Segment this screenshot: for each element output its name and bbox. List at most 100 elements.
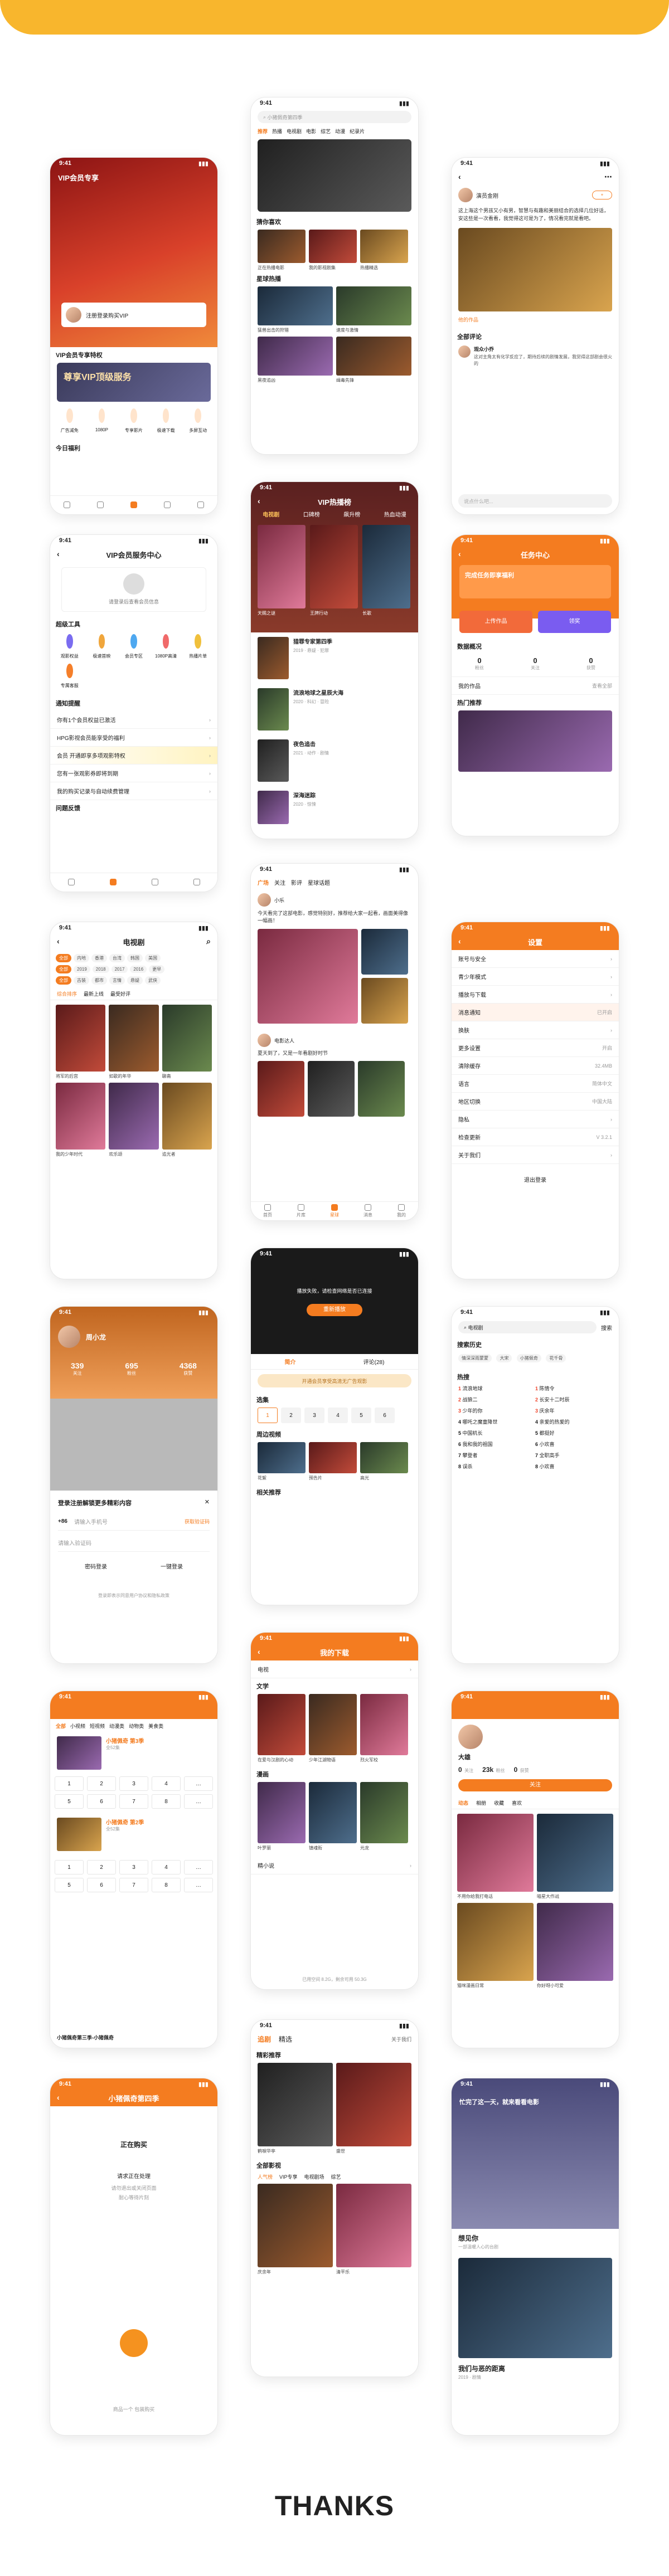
work-item[interactable]: 喵星大作战 (537, 1814, 613, 1900)
tab-home[interactable]: 首页 (263, 1204, 272, 1218)
settings-item[interactable]: 账号与安全 › (452, 950, 619, 968)
settings-item[interactable]: 青少年模式 › (452, 968, 619, 986)
upload-button[interactable]: 上传作品 (459, 611, 532, 633)
work-item[interactable]: 不用你给我打电话 (457, 1814, 534, 1900)
stat-likes[interactable]: 0 获赞 (514, 1765, 529, 1775)
episode-item[interactable]: 3 (304, 1408, 324, 1423)
episode-item[interactable]: 7 (119, 1878, 148, 1892)
filter-popular[interactable]: 人气榜 (258, 2173, 273, 2180)
tool-item[interactable]: 1080P高清 (150, 634, 182, 659)
search-icon[interactable]: ⌕ (206, 937, 211, 946)
stat-likes[interactable]: 0 获赞 (586, 656, 595, 671)
hot-item[interactable]: 3 少年的你 (458, 1407, 535, 1418)
sort-default[interactable]: 综合排序 (57, 990, 77, 997)
hot-item[interactable]: 1 流浪地球 (458, 1385, 535, 1396)
stat-fans[interactable]: 23k 粉丝 (482, 1765, 505, 1775)
rank-item[interactable]: 深海迷踪 2020 · 惊悚 (251, 786, 418, 829)
tab-like[interactable]: 喜欢 (512, 1799, 522, 1806)
hero-banner[interactable]: 9:41 ▮▮▮ 忙完了这一天，就来看看电影 (452, 2078, 619, 2229)
rank-item[interactable]: 夜色追击 2021 · 动作 · 剧情 (251, 735, 418, 786)
episode-item[interactable]: 6 (375, 1408, 395, 1423)
tab-all[interactable]: 全部 (56, 1722, 66, 1730)
video-player[interactable]: 9:41 ▮▮▮ 播放失败，请检查网络是否已连接 重新播放 (251, 1248, 418, 1354)
episode-item[interactable]: 1 (258, 1408, 278, 1423)
history-chip[interactable]: 小猪佩奇 (516, 1354, 541, 1362)
tab-feed[interactable]: 动态 (458, 1799, 468, 1806)
reward-button[interactable]: 领奖 (538, 611, 611, 633)
tab-rising[interactable]: 飙升榜 (343, 510, 360, 518)
hot-item[interactable]: 3 庆余年 (535, 1407, 612, 1418)
avatar[interactable] (258, 1034, 271, 1047)
series-card[interactable]: 小猪佩奇 第3季 全52集 (50, 1733, 217, 1773)
tab-review[interactable]: 影评 (291, 878, 302, 887)
episode-item[interactable]: 3 (119, 1776, 148, 1791)
download-section[interactable]: 精小说 › (251, 1857, 418, 1874)
stat-fans[interactable]: 0 粉丝 (475, 656, 484, 671)
get-code-button[interactable]: 获取验证码 (185, 1518, 210, 1525)
episode-item[interactable]: 4 (152, 1776, 181, 1791)
film-card[interactable]: 想见你 一部温暖人心的台剧 (452, 2229, 619, 2254)
tab-variety[interactable]: 综艺 (321, 128, 331, 135)
hot-banner[interactable] (458, 710, 612, 772)
tab-album[interactable]: 相册 (476, 1799, 486, 1806)
back-icon[interactable]: ‹ (57, 2093, 60, 2102)
tab-short[interactable]: 短视频 (90, 1722, 105, 1730)
download-item[interactable]: 烈火军校 (360, 1694, 408, 1763)
planet-item[interactable]: 黑夜追凶 (258, 337, 333, 383)
tab-home[interactable] (67, 878, 75, 887)
result-item[interactable]: 我的少年时代 (56, 1083, 106, 1157)
series-card[interactable]: 小猪佩奇 第2季 全52集 (50, 1812, 217, 1857)
episode-item[interactable]: 1 (55, 1776, 84, 1791)
tab-gift[interactable] (151, 878, 158, 887)
tab-home[interactable] (64, 501, 70, 509)
download-item[interactable]: 元龙 (360, 1782, 408, 1851)
stat-likes[interactable]: 4368 获赞 (180, 1361, 197, 1376)
download-section[interactable]: 电视 › (251, 1660, 418, 1678)
user-card[interactable]: 注册登录购买VIP (61, 303, 206, 327)
settings-item[interactable]: 清除缓存 32.4MB (452, 1057, 619, 1075)
rank-item[interactable]: 流浪地球之星辰大海 2020 · 科幻 · 冒险 (251, 684, 418, 735)
sort-rated[interactable]: 最受好评 (110, 990, 130, 997)
feedback-link[interactable]: 问题反馈 (50, 800, 217, 816)
code-field[interactable]: 请输入验证码 (58, 1538, 210, 1552)
search-button[interactable]: 搜索 (601, 1323, 612, 1332)
comment-input[interactable]: 说点什么吧... (458, 494, 612, 508)
back-icon[interactable]: ‹ (458, 937, 461, 946)
avatar[interactable] (458, 1725, 483, 1749)
settings-item[interactable]: 地区切换 中国大陆 (452, 1093, 619, 1111)
hot-item[interactable]: 7 攀登者 (458, 1452, 535, 1463)
related-item[interactable]: 预告片 (309, 1442, 357, 1481)
avatar[interactable] (458, 345, 471, 358)
back-icon[interactable]: ‹ (258, 496, 260, 505)
tab-small[interactable]: 小视频 (70, 1722, 85, 1730)
hot-item[interactable]: 6 我和我的祖国 (458, 1440, 535, 1452)
filter-tv[interactable]: 电视剧场 (304, 2173, 324, 2180)
planet-item[interactable]: 速度与激情 (336, 286, 411, 333)
close-icon[interactable]: ✕ (205, 1498, 210, 1507)
follow-button[interactable]: 关注 (458, 1779, 612, 1791)
logout-button[interactable]: 退出登录 (452, 1175, 619, 1184)
tool-item[interactable]: 热播片单 (182, 634, 214, 659)
tab-vip[interactable] (130, 501, 137, 509)
post-image[interactable] (258, 1061, 304, 1117)
hot-item[interactable]: 8 小欢喜 (535, 1463, 612, 1474)
stat-follow[interactable]: 339 关注 (71, 1361, 84, 1376)
vip-promo[interactable]: 开通会员享受高清无广告观影 (258, 1374, 411, 1387)
episode-item[interactable]: 4 (152, 1860, 181, 1874)
more-icon[interactable]: ⋯ (604, 172, 612, 182)
episode-item[interactable]: 8 (152, 1794, 181, 1809)
related-item[interactable]: 花絮 (258, 1442, 306, 1481)
channel-item[interactable]: 清平乐 (336, 2184, 411, 2275)
tab-animal[interactable]: 动物类 (129, 1722, 144, 1730)
planet-item[interactable]: 缉毒先锋 (336, 337, 411, 383)
filter-vip[interactable]: VIP专享 (279, 2173, 298, 2180)
tool-item[interactable]: 专属客服 (54, 664, 86, 689)
hot-item[interactable]: 1 陈情令 (535, 1385, 612, 1396)
episode-item[interactable]: 5 (55, 1794, 84, 1809)
avatar[interactable] (458, 188, 473, 202)
tab-intro[interactable]: 简介 (285, 1357, 296, 1366)
hot-item[interactable]: 2 长安十二时辰 (535, 1396, 612, 1407)
settings-item[interactable]: 更多设置 开启 (452, 1039, 619, 1057)
rank-item[interactable]: 猎罪专家第四季 2019 · 悬疑 · 犯罪 (251, 632, 418, 684)
back-icon[interactable]: ‹ (57, 937, 60, 946)
